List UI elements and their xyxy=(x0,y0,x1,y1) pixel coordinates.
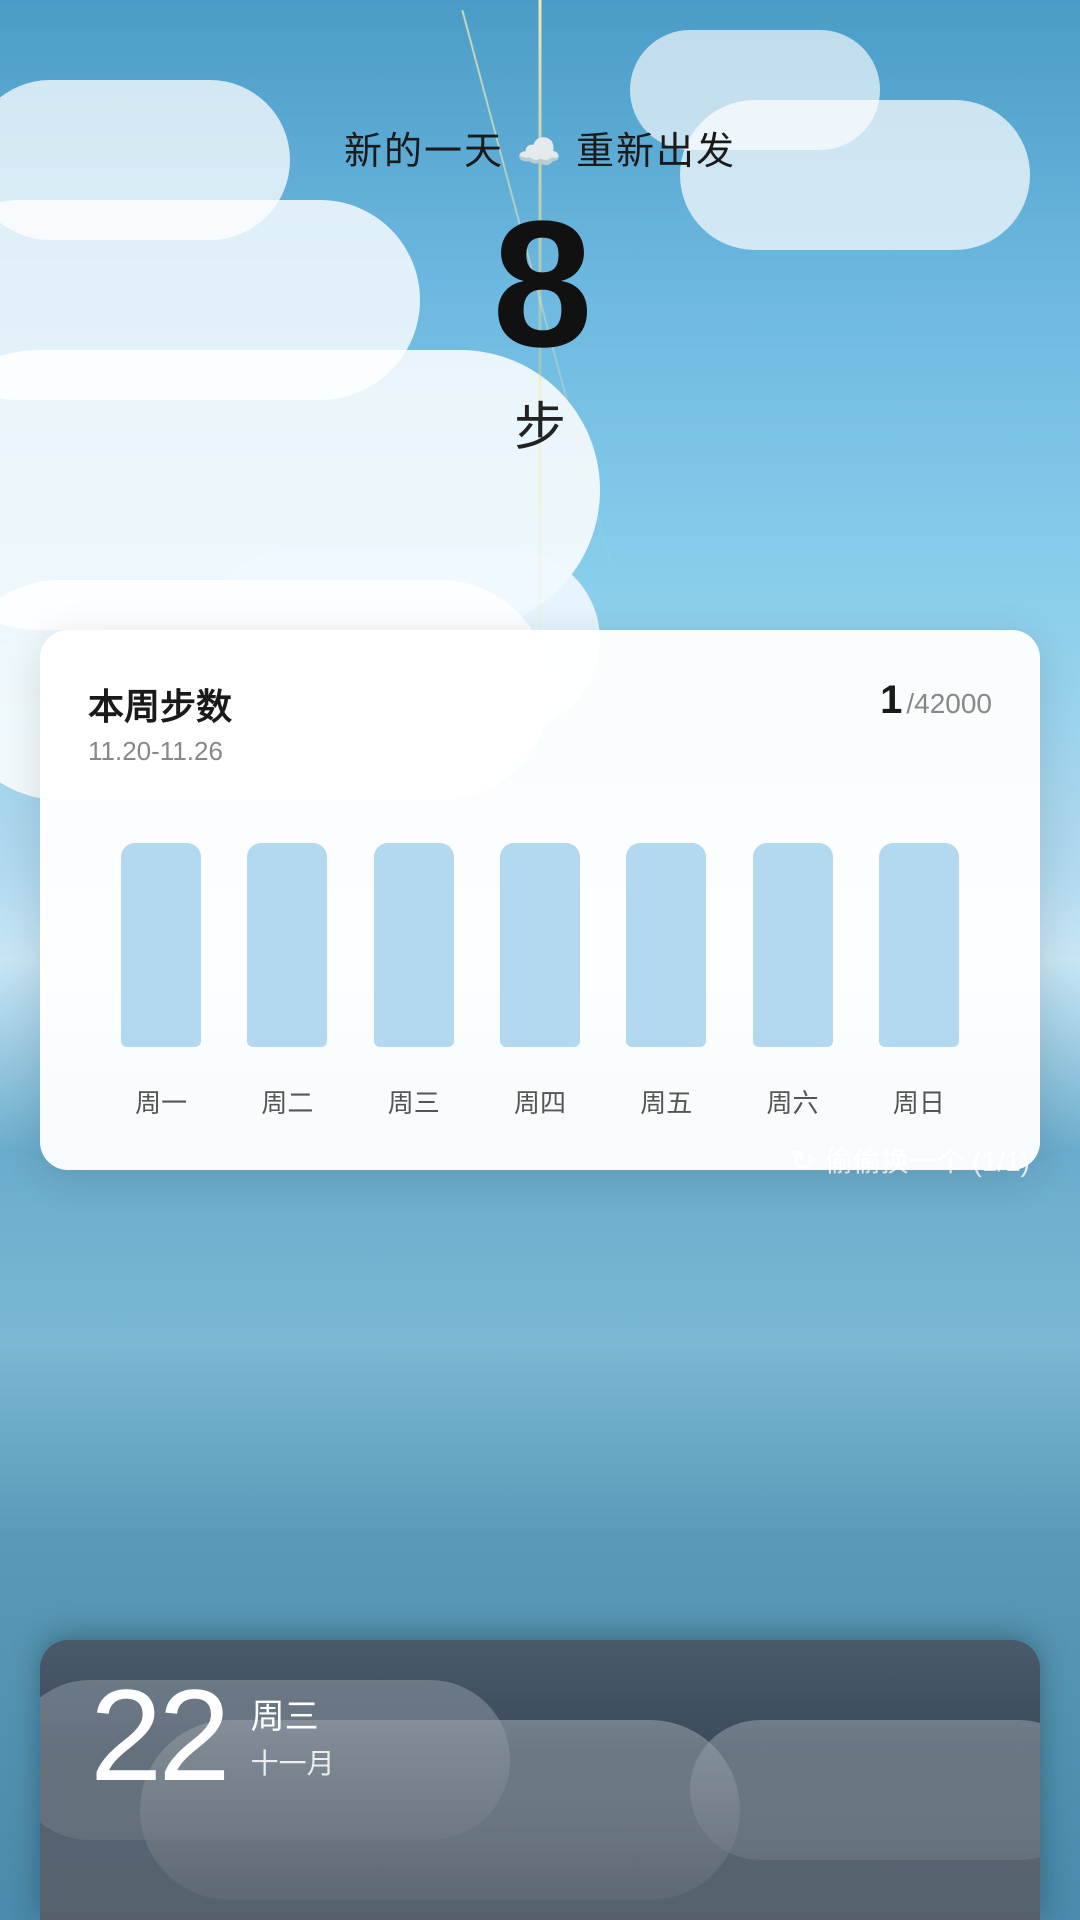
date-info: 22 周三 十一月 xyxy=(90,1670,335,1800)
month-label: 十一月 xyxy=(251,1742,335,1782)
bar-sun-fill xyxy=(879,843,959,1047)
bar-tue-fill xyxy=(247,843,327,1047)
current-steps: 1 xyxy=(880,678,902,723)
weekday-label: 周三 xyxy=(251,1689,335,1738)
bar-mon xyxy=(98,807,224,1047)
date-range: 11.20-11.26 xyxy=(88,736,992,767)
cloud-icon: ☁️ xyxy=(517,131,564,172)
bar-fri xyxy=(603,807,729,1047)
bar-mon-fill xyxy=(121,843,201,1047)
bar-tue xyxy=(224,807,350,1047)
steps-total: 1 /42000 xyxy=(880,678,992,723)
label-fri: 周五 xyxy=(603,1083,729,1120)
max-steps: /42000 xyxy=(906,688,992,720)
card-header: 本周步数 1 /42000 xyxy=(88,678,992,730)
weekly-bar-chart xyxy=(88,807,992,1047)
label-mon: 周一 xyxy=(98,1083,224,1120)
bar-wed-fill xyxy=(374,843,454,1047)
day-labels-row: 周一 周二 周三 周四 周五 周六 周日 xyxy=(88,1067,992,1120)
bar-sat xyxy=(729,807,855,1047)
step-unit-label: 步 xyxy=(514,385,566,460)
label-tue: 周二 xyxy=(224,1083,350,1120)
top-widget: 新的一天 ☁️ 重新出发 8 步 xyxy=(0,120,1080,460)
bar-fri-fill xyxy=(626,843,706,1047)
label-wed: 周三 xyxy=(351,1083,477,1120)
label-thu: 周四 xyxy=(477,1083,603,1120)
day-detail: 周三 十一月 xyxy=(251,1689,335,1782)
label-sun: 周日 xyxy=(856,1083,982,1120)
day-number: 22 xyxy=(90,1670,227,1800)
bar-sat-fill xyxy=(753,843,833,1047)
calendar-card[interactable]: 22 周三 十一月 xyxy=(40,1640,1040,1920)
weekly-steps-card[interactable]: 本周步数 1 /42000 11.20-11.26 周一 周二 xyxy=(40,630,1040,1170)
step-count-display: 8 xyxy=(492,195,587,375)
bar-thu-fill xyxy=(500,843,580,1047)
bar-sun xyxy=(856,807,982,1047)
bar-wed xyxy=(351,807,477,1047)
card-title: 本周步数 xyxy=(88,678,232,730)
label-sat: 周六 xyxy=(729,1083,855,1120)
bar-thu xyxy=(477,807,603,1047)
motivation-text: 新的一天 ☁️ 重新出发 xyxy=(344,120,736,175)
